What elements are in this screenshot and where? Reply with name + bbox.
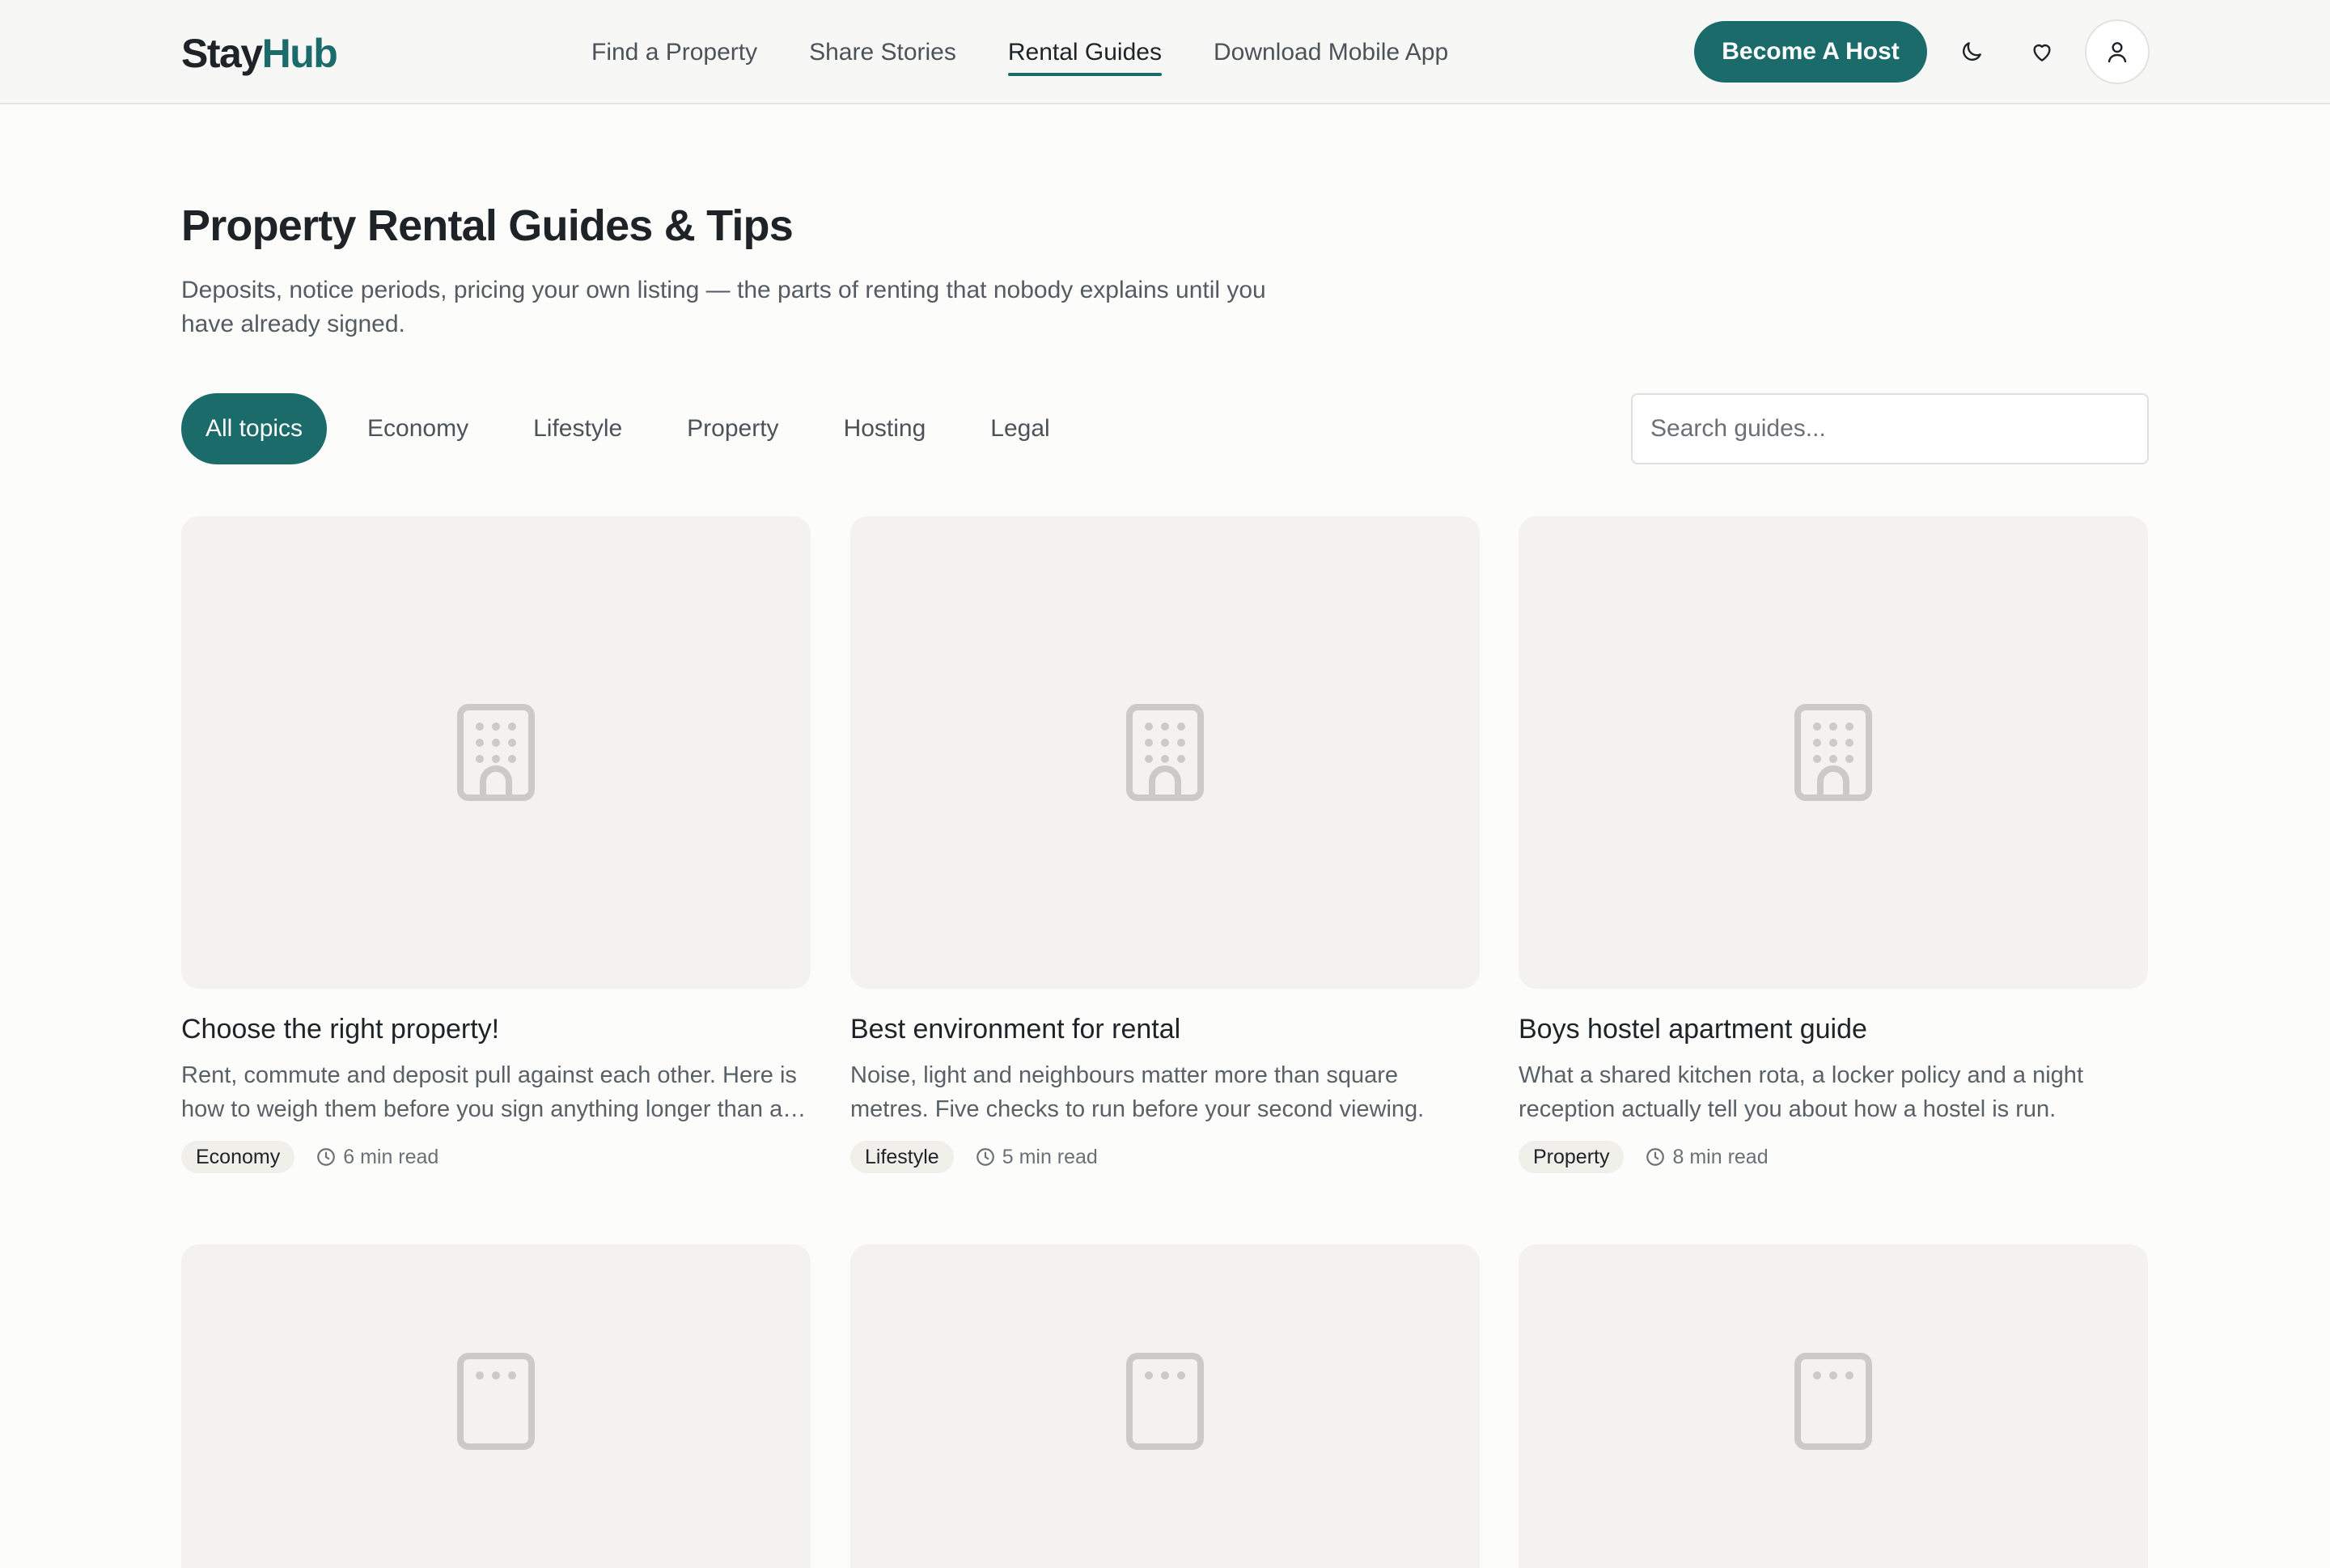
site-header: Stay Hub Find a Property Share Stories Re…	[0, 0, 2330, 104]
filter-hosting[interactable]: Hosting	[820, 393, 951, 464]
moon-icon	[1963, 42, 1981, 61]
read-time-label: 6 min read	[343, 1145, 439, 1168]
building-icon	[1126, 704, 1204, 801]
building-icon	[1794, 1353, 1872, 1450]
guide-tag[interactable]: Lifestyle	[850, 1141, 954, 1173]
favorites-button[interactable]	[2016, 26, 2068, 78]
building-icon	[457, 1353, 535, 1450]
guide-title[interactable]: Boys hostel apartment guide	[1519, 1011, 2148, 1047]
brand-logo-part1: Stay	[181, 31, 263, 76]
brand-logo[interactable]: Stay Hub	[181, 29, 338, 78]
guide-title[interactable]: Best environment for rental	[850, 1011, 1480, 1047]
nav-share-stories[interactable]: Share Stories	[809, 36, 956, 70]
account-button[interactable]	[2085, 19, 2150, 84]
guide-excerpt: What a shared kitchen rota, a locker pol…	[1519, 1062, 2083, 1122]
read-time-label: 5 min read	[1002, 1145, 1098, 1168]
theme-toggle-button[interactable]	[1946, 26, 1997, 78]
nav-download-app[interactable]: Download Mobile App	[1214, 36, 1448, 70]
page-description: Deposits, notice periods, pricing your o…	[181, 277, 1266, 337]
guide-thumbnail[interactable]	[181, 516, 811, 989]
page-title: Property Rental Guides & Tips	[181, 201, 794, 250]
guide-tag[interactable]: Property	[1519, 1141, 1625, 1173]
topic-filters: All topics Economy Lifestyle Property Ho…	[181, 393, 1091, 464]
guide-tag[interactable]: Economy	[181, 1141, 295, 1173]
guide-thumbnail[interactable]	[850, 516, 1480, 989]
become-host-button[interactable]: Become A Host	[1694, 21, 1927, 83]
guide-card[interactable]	[850, 1244, 1480, 1568]
guide-meta: Lifestyle 5 min read	[850, 1141, 1480, 1173]
guide-card[interactable]	[181, 1244, 811, 1568]
guide-card[interactable]: Boys hostel apartment guide What a share…	[1519, 516, 2148, 1173]
guide-read-time: 8 min read	[1645, 1145, 1769, 1169]
main-nav: Find a Property Share Stories Rental Gui…	[591, 36, 1500, 76]
user-icon	[2108, 42, 2127, 63]
guide-thumbnail[interactable]	[850, 1244, 1480, 1568]
guide-read-time: 5 min read	[975, 1146, 1098, 1169]
guide-card[interactable]: Choose the right property! Rent, commute…	[181, 516, 811, 1173]
guide-card[interactable]	[1519, 1244, 2148, 1568]
guide-title[interactable]: Choose the right property!	[181, 1011, 811, 1047]
clock-icon	[317, 1148, 336, 1166]
building-icon	[1126, 1353, 1204, 1450]
clock-icon	[1646, 1148, 1665, 1166]
guide-read-time: 6 min read	[316, 1146, 438, 1169]
filter-property[interactable]: Property	[663, 393, 803, 464]
guide-meta: Economy 6 min read	[181, 1141, 811, 1173]
guide-excerpt: Noise, light and neighbours matter more …	[850, 1062, 1425, 1122]
clock-icon	[976, 1148, 994, 1166]
filter-all-topics[interactable]: All topics	[181, 393, 328, 464]
filter-legal[interactable]: Legal	[966, 393, 1074, 464]
search-input[interactable]	[1631, 393, 2149, 464]
building-icon	[457, 704, 535, 801]
guide-card[interactable]: Best environment for rental Noise, light…	[850, 516, 1480, 1173]
guide-thumbnail[interactable]	[1519, 1244, 2148, 1568]
brand-logo-part2: Hub	[261, 31, 338, 76]
nav-find-property[interactable]: Find a Property	[591, 36, 757, 70]
nav-rental-guides[interactable]: Rental Guides	[1007, 36, 1163, 76]
guide-thumbnail[interactable]	[1519, 516, 2148, 989]
guide-excerpt: Rent, commute and deposit pull against e…	[181, 1062, 807, 1122]
guide-thumbnail[interactable]	[181, 1244, 811, 1568]
heart-icon	[2033, 44, 2051, 61]
read-time-label: 8 min read	[1672, 1145, 1769, 1168]
guide-meta: Property 8 min read	[1519, 1141, 2148, 1173]
filter-lifestyle[interactable]: Lifestyle	[509, 393, 646, 464]
filter-economy[interactable]: Economy	[343, 393, 493, 464]
building-icon	[1794, 704, 1872, 801]
